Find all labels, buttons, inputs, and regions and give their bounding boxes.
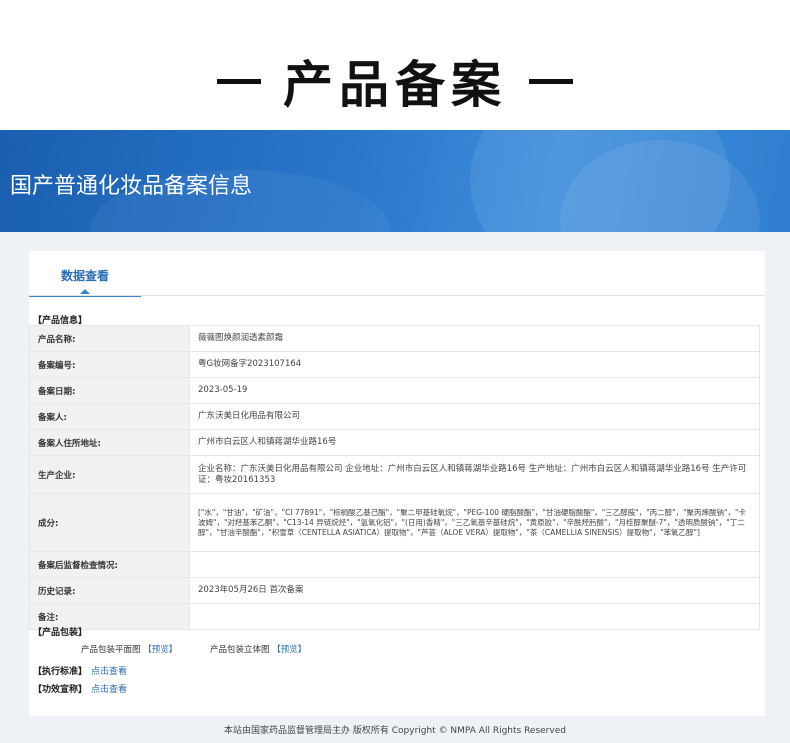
row-label: 成分: (29, 493, 190, 552)
package-3d-row: 产品包装立体图 【预览】 (210, 643, 306, 655)
table-row: 成分: ["水"，"甘油"，"矿油"，"CI 77891"，"棕榈酸乙基己酯"，… (29, 493, 760, 552)
package-flat-text: 产品包装平面图 (81, 645, 141, 655)
dash-left (217, 78, 261, 84)
dash-right (529, 78, 573, 84)
table-row: 历史记录: 2023年05月26日 首次备案 (29, 577, 760, 604)
row-value: ["水"，"甘油"，"矿油"，"CI 77891"，"棕榈酸乙基己酯"，"聚二甲… (189, 493, 760, 552)
table-row: 备案人住所地址: 广州市白云区人和镇蒋湖华业路16号 (29, 429, 760, 456)
row-value: 广州市白云区人和镇蒋湖华业路16号 (189, 429, 760, 456)
row-value (189, 603, 760, 630)
product-info-table: 产品名称: 薇薇图焕颜润透素颜霜 备案编号: 粤G妆网备字2023107164 … (29, 325, 760, 630)
efficacy-row: 【功效宣称】 点击查看 (33, 682, 127, 695)
row-label: 备案人: (29, 403, 190, 430)
row-value: 企业名称：广东沃美日化用品有限公司 企业地址：广州市白云区人和镇蒋湖华业路16号… (189, 455, 760, 494)
table-row: 备案人: 广东沃美日化用品有限公司 (29, 403, 760, 430)
row-value (189, 551, 760, 578)
table-row: 备案编号: 粤G妆网备字2023107164 (29, 351, 760, 378)
row-value: 粤G妆网备字2023107164 (189, 351, 760, 378)
row-value: 广东沃美日化用品有限公司 (189, 403, 760, 430)
package-flat-preview-link[interactable]: 【预览】 (143, 645, 177, 655)
row-label: 备案日期: (29, 377, 190, 404)
efficacy-view-link[interactable]: 点击查看 (91, 685, 127, 695)
table-row: 备注: (29, 603, 760, 630)
row-label: 备案编号: (29, 351, 190, 378)
row-value: 薇薇图焕颜润透素颜霜 (189, 325, 760, 352)
package-3d-preview-link[interactable]: 【预览】 (272, 645, 306, 655)
standard-label: 【执行标准】 (33, 667, 88, 677)
header-banner: 国产普通化妆品备案信息 (0, 130, 790, 232)
hero-title: 产品备案 (0, 36, 790, 126)
package-label: 【产品包装】 (33, 628, 88, 638)
row-value: 2023-05-19 (189, 377, 760, 404)
efficacy-label: 【功效宣称】 (33, 685, 88, 695)
package-3d-text: 产品包装立体图 (210, 645, 270, 655)
table-row: 生产企业: 企业名称：广东沃美日化用品有限公司 企业地址：广州市白云区人和镇蒋湖… (29, 455, 760, 494)
package-flat-row: 产品包装平面图 【预览】 (81, 643, 177, 655)
row-value: 2023年05月26日 首次备案 (189, 577, 760, 604)
tab-divider (29, 295, 765, 296)
hero-title-text: 产品备案 (283, 56, 507, 114)
table-row: 备案日期: 2023-05-19 (29, 377, 760, 404)
table-row: 备案后监督检查情况: (29, 551, 760, 578)
row-label: 备案人住所地址: (29, 429, 190, 456)
row-label: 产品名称: (29, 325, 190, 352)
standard-view-link[interactable]: 点击查看 (91, 667, 127, 677)
tab-caret-icon (80, 289, 90, 294)
standard-row: 【执行标准】 点击查看 (33, 664, 127, 677)
main-panel: 数据查看 【产品信息】 产品名称: 薇薇图焕颜润透素颜霜 备案编号: 粤G妆网备… (29, 251, 765, 716)
banner-title: 国产普通化妆品备案信息 (10, 174, 253, 199)
row-label: 生产企业: (29, 455, 190, 494)
footer-copyright: 本站由国家药品监督管理局主办 版权所有 Copyright © NMPA All… (224, 726, 566, 736)
row-label: 历史记录: (29, 577, 190, 604)
row-label: 备案后监督检查情况: (29, 551, 190, 578)
table-row: 产品名称: 薇薇图焕颜润透素颜霜 (29, 325, 760, 352)
